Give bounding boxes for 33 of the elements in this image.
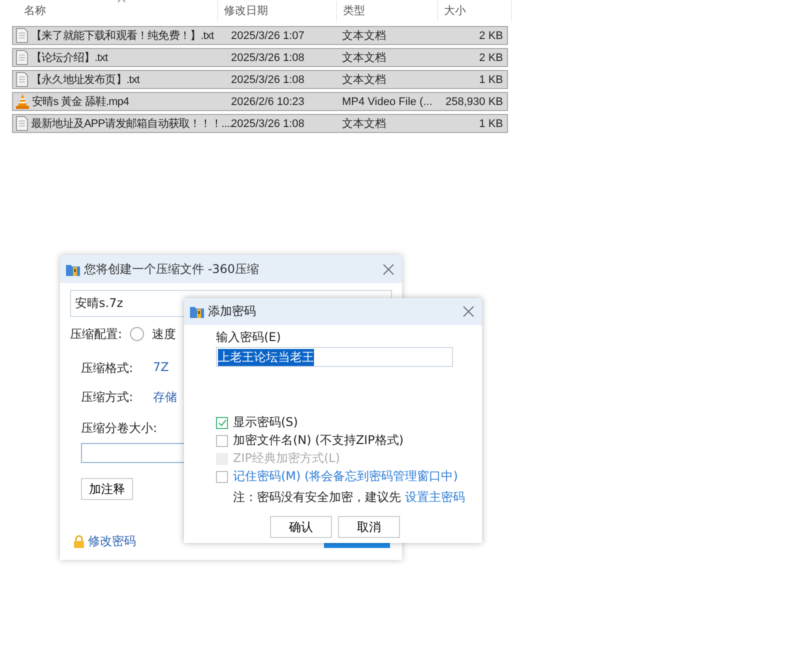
file-date: 2025/3/26 1:07 xyxy=(231,30,306,42)
file-size: 1 KB xyxy=(478,118,504,130)
file-type: 文本文档 xyxy=(342,116,387,131)
file-date: 2025/3/26 1:08 xyxy=(231,118,306,130)
password-label: 输入密码(E) xyxy=(216,329,281,346)
file-type: MP4 Video File (... xyxy=(342,96,434,108)
file-type: 文本文档 xyxy=(342,72,387,87)
format-label: 压缩格式: xyxy=(81,360,134,377)
window-title: 添加密码 xyxy=(208,303,257,320)
file-name: 最新地址及APP请发邮箱自动获取！！！.... xyxy=(31,116,232,131)
checkbox-label: 加密文件名(N) (不支持ZIP格式) xyxy=(233,432,404,449)
split-size-label: 压缩分卷大小: xyxy=(81,420,158,437)
file-name: 【永久地址发布页】.txt xyxy=(31,72,140,87)
file-type: 文本文档 xyxy=(342,28,387,43)
checkbox-label: 记住密码(M) (将会备忘到密码管理窗口中) xyxy=(233,468,458,485)
config-option: 速度 xyxy=(152,326,176,342)
config-label: 压缩配置: xyxy=(70,326,122,342)
file-date: 2025/3/26 1:08 xyxy=(231,74,306,86)
file-name: 【来了就能下载和观看！纯免费！】.txt xyxy=(31,28,214,43)
file-type: 文本文档 xyxy=(342,50,387,65)
file-size: 258,930 KB xyxy=(444,96,504,108)
file-size: 1 KB xyxy=(478,74,504,86)
file-size: 2 KB xyxy=(478,52,504,64)
checkbox-label: ZIP经典加密方式(L) xyxy=(233,450,340,467)
file-size: 2 KB xyxy=(478,30,504,42)
file-date: 2026/2/6 10:23 xyxy=(231,96,306,108)
file-name: 【论坛介绍】.txt xyxy=(31,50,108,65)
window-title: 您将创建一个压缩文件 -360压缩 xyxy=(84,260,260,278)
checkbox-label: 显示密码(S) xyxy=(233,414,298,431)
note-text: 注：密码没有安全加密，建议先 xyxy=(233,490,401,504)
file-name: 安晴s 黃金 舔鞋.mp4 xyxy=(32,94,129,109)
file-date: 2025/3/26 1:08 xyxy=(231,52,306,64)
method-label: 压缩方式: xyxy=(81,389,134,406)
